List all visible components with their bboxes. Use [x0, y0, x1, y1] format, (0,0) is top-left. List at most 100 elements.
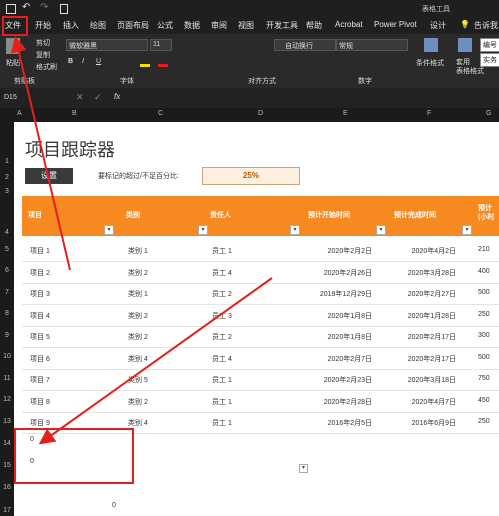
- italic-button[interactable]: I: [82, 58, 84, 65]
- cell-owner[interactable]: 员工 1: [212, 418, 232, 428]
- cell-planned-finish[interactable]: 2020年4月7日: [412, 397, 456, 407]
- cell-category[interactable]: 类别 4: [128, 354, 148, 364]
- settings-button[interactable]: 设置: [25, 168, 73, 184]
- cell-category[interactable]: 类别 1: [128, 246, 148, 256]
- column-f[interactable]: F: [427, 110, 431, 117]
- cancel-icon[interactable]: ✕: [76, 92, 84, 103]
- cut-button[interactable]: 剪切: [36, 38, 50, 48]
- conditional-format-icon[interactable]: [424, 38, 438, 52]
- total-row-dropdown-icon[interactable]: ▾: [299, 464, 308, 473]
- cell-project[interactable]: 项目 2: [30, 268, 50, 278]
- cell-planned-finish[interactable]: 2020年1月28日: [408, 311, 456, 321]
- cell-owner[interactable]: 员工 2: [212, 289, 232, 299]
- cell-owner[interactable]: 员工 4: [212, 268, 232, 278]
- cell-planned-start[interactable]: 2020年2月2日: [328, 246, 372, 256]
- menu-acrobat[interactable]: Acrobat: [335, 20, 363, 29]
- cell-project[interactable]: 项目 5: [30, 332, 50, 342]
- cell-estimated-hours[interactable]: 400: [478, 268, 490, 275]
- undo-icon[interactable]: ↶: [22, 2, 30, 13]
- fill-color-icon[interactable]: [140, 64, 150, 67]
- cell-planned-start[interactable]: 2020年2月26日: [324, 268, 372, 278]
- cell-project[interactable]: 项目 6: [30, 354, 50, 364]
- table-row[interactable]: 项目 4 类别 2 员工 3 2020年1月8日 2020年1月28日 250: [22, 305, 499, 327]
- cell-planned-start[interactable]: 2020年2月23日: [324, 375, 372, 385]
- table-row[interactable]: 项目 1 类别 1 员工 1 2020年2月2日 2020年4月2日 210: [22, 240, 499, 262]
- row-7[interactable]: 7: [0, 289, 14, 296]
- row-6[interactable]: 6: [0, 267, 14, 274]
- cell-planned-finish[interactable]: 2020年2月17日: [408, 354, 456, 364]
- cell-planned-start[interactable]: 2016年2月5日: [328, 418, 372, 428]
- cell-category[interactable]: 类别 2: [128, 268, 148, 278]
- cell-owner[interactable]: 员工 1: [212, 397, 232, 407]
- row-2[interactable]: 2: [0, 174, 14, 181]
- menu-data[interactable]: 数据: [184, 20, 200, 31]
- cell-estimated-hours[interactable]: 250: [478, 311, 490, 318]
- menu-power-pivot[interactable]: Power Pivot: [374, 20, 417, 29]
- cell-estimated-hours[interactable]: 500: [478, 289, 490, 296]
- style-cell-1[interactable]: 编号: [480, 38, 499, 52]
- cell-project[interactable]: 项目 9: [30, 418, 50, 428]
- table-row[interactable]: 项目 6 类别 4 员工 4 2020年2月7日 2020年2月17日 500: [22, 348, 499, 370]
- row-13[interactable]: 13: [0, 418, 14, 425]
- row-3[interactable]: 3: [0, 188, 14, 195]
- cell-estimated-hours[interactable]: 500: [478, 354, 490, 361]
- cell-project[interactable]: 项目 3: [30, 289, 50, 299]
- font-color-icon[interactable]: [158, 64, 168, 67]
- column-b[interactable]: B: [72, 110, 77, 117]
- cell-planned-finish[interactable]: 2020年4月2日: [412, 246, 456, 256]
- row-5[interactable]: 5: [0, 246, 14, 253]
- menu-tell-me[interactable]: 告诉我: [474, 20, 498, 31]
- filter-dropdown-icon[interactable]: ▾: [198, 225, 208, 235]
- menu-help[interactable]: 帮助: [306, 20, 322, 31]
- cell-planned-start[interactable]: 2020年2月7日: [328, 354, 372, 364]
- cell-planned-finish[interactable]: 2020年2月27日: [408, 289, 456, 299]
- cell-estimated-hours[interactable]: 750: [478, 375, 490, 382]
- column-d[interactable]: D: [258, 110, 263, 117]
- cell-category[interactable]: 类别 4: [128, 418, 148, 428]
- filter-dropdown-icon[interactable]: ▾: [462, 225, 472, 235]
- table-row[interactable]: 项目 7 类别 5 员工 1 2020年2月23日 2020年3月18日 750: [22, 369, 499, 391]
- column-c[interactable]: C: [158, 110, 163, 117]
- cell-owner[interactable]: 员工 2: [212, 332, 232, 342]
- menu-page-layout[interactable]: 页面布局: [117, 20, 149, 31]
- style-cell-2[interactable]: 实务: [480, 53, 499, 67]
- fx-icon[interactable]: fx: [114, 92, 120, 101]
- cell-category[interactable]: 类别 5: [128, 375, 148, 385]
- menu-draw[interactable]: 绘图: [90, 20, 106, 31]
- copy-button[interactable]: 复制: [36, 50, 50, 60]
- row-17[interactable]: 17: [0, 507, 14, 514]
- number-format-select[interactable]: 常规: [336, 39, 408, 51]
- cell-planned-finish[interactable]: 2016年6月9日: [412, 418, 456, 428]
- format-as-table-icon[interactable]: [458, 38, 472, 52]
- redo-icon[interactable]: ↷: [40, 2, 48, 13]
- row-9[interactable]: 9: [0, 332, 14, 339]
- row-11[interactable]: 11: [0, 375, 14, 382]
- name-box[interactable]: D15: [4, 94, 17, 101]
- row-1[interactable]: 1: [0, 158, 14, 165]
- row-15[interactable]: 15: [0, 462, 14, 469]
- format-painter-button[interactable]: 格式刷: [36, 62, 57, 72]
- cell-estimated-hours[interactable]: 450: [478, 397, 490, 404]
- underline-button[interactable]: U: [96, 58, 101, 65]
- cell-estimated-hours[interactable]: 250: [478, 418, 490, 425]
- cell-project[interactable]: 项目 1: [30, 246, 50, 256]
- font-size-select[interactable]: 11: [150, 39, 172, 51]
- menu-view[interactable]: 视图: [238, 20, 254, 31]
- font-name-select[interactable]: 微软雅黑: [66, 39, 148, 51]
- cell-planned-start[interactable]: 2020年1月8日: [328, 311, 372, 321]
- table-row[interactable]: 项目 3 类别 1 员工 2 2019年12月29日 2020年2月27日 500: [22, 283, 499, 305]
- menu-insert[interactable]: 插入: [63, 20, 79, 31]
- cell-category[interactable]: 类别 2: [128, 397, 148, 407]
- paste-icon[interactable]: [6, 38, 20, 54]
- cell-category[interactable]: 类别 2: [128, 311, 148, 321]
- cell-project[interactable]: 项目 7: [30, 375, 50, 385]
- cell-planned-start[interactable]: 2019年12月29日: [320, 289, 372, 299]
- cell-project[interactable]: 项目 4: [30, 311, 50, 321]
- menu-review[interactable]: 审阅: [211, 20, 227, 31]
- cell-planned-finish[interactable]: 2020年2月17日: [408, 332, 456, 342]
- lightbulb-icon[interactable]: 💡: [460, 20, 470, 29]
- table-row[interactable]: 项目 2 类别 2 员工 4 2020年2月26日 2020年3月28日 400: [22, 262, 499, 284]
- bold-button[interactable]: B: [68, 58, 73, 65]
- cell-owner[interactable]: 员工 1: [212, 375, 232, 385]
- row-16[interactable]: 16: [0, 484, 14, 491]
